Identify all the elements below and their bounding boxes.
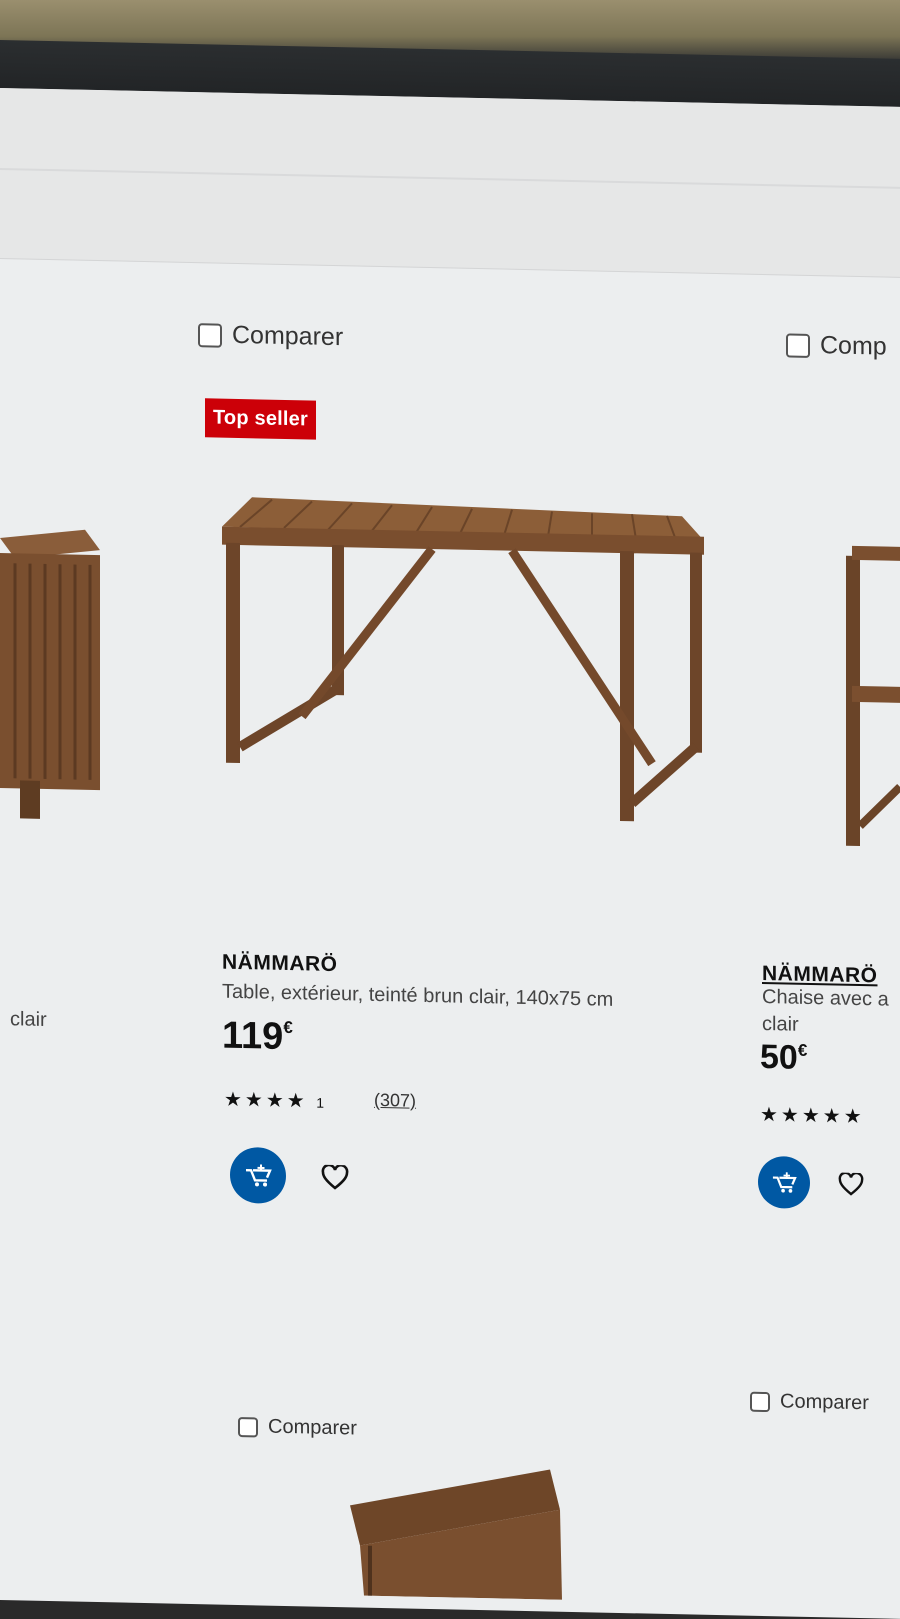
header-divider (0, 168, 900, 189)
add-to-cart-icon (770, 1170, 798, 1195)
product-description-right-line2: clair (762, 1011, 889, 1041)
top-seller-badge: Top seller (205, 398, 316, 439)
compare-label: Comparer (232, 321, 343, 352)
compare-checkbox-right[interactable]: Comp (786, 330, 887, 361)
compare-checkbox-row2-right[interactable]: Comparer (750, 1390, 869, 1415)
compare-checkbox[interactable]: Comparer (198, 320, 343, 352)
checkbox-icon[interactable] (198, 323, 222, 348)
rating-stars-right: ★★★★★ (760, 1102, 865, 1129)
checkbox-icon[interactable] (750, 1391, 770, 1411)
rating-stars-extra: 1 (316, 1095, 327, 1111)
favorite-button-right[interactable] (834, 1167, 868, 1202)
chair-image-row2[interactable] (350, 1465, 570, 1600)
price-value-right: 50 (760, 1038, 798, 1077)
compare-checkbox-row2[interactable]: Comparer (238, 1415, 357, 1440)
product-price: 119€ (222, 1015, 293, 1059)
left-product-desc: clair (10, 1008, 47, 1032)
price-currency-right: € (798, 1041, 807, 1060)
chair-image[interactable] (838, 536, 900, 857)
compare-label-row2: Comparer (268, 1416, 357, 1441)
table-image[interactable] (212, 484, 712, 824)
add-to-cart-button-right[interactable] (758, 1156, 810, 1209)
add-to-cart-icon (243, 1162, 273, 1189)
product-description-right: Chaise avec a clair (762, 984, 889, 1041)
storage-box-image[interactable] (0, 518, 110, 830)
product-description-right-line1: Chaise avec a (762, 984, 889, 1014)
compare-label-partial: Comp (820, 331, 887, 361)
checkbox-icon[interactable] (786, 333, 810, 358)
rating-stars: ★★★★ 1 (224, 1087, 327, 1114)
product-name[interactable]: NÄMMARÖ (222, 951, 337, 977)
heart-icon (838, 1173, 864, 1198)
checkbox-icon[interactable] (238, 1416, 258, 1436)
product-price-right: 50€ (760, 1038, 807, 1078)
page-header-band (0, 88, 900, 278)
compare-label-row2-right: Comparer (780, 1390, 869, 1415)
price-value: 119 (222, 1015, 283, 1058)
browser-viewport: clair Comparer Top seller (0, 88, 900, 1619)
rating-stars-filled: ★★★★ (224, 1089, 308, 1113)
heart-icon (321, 1165, 349, 1192)
reviews-link[interactable]: (307) (374, 1090, 416, 1112)
product-description: Table, extérieur, teinté brun clair, 140… (222, 979, 613, 1014)
favorite-button[interactable] (318, 1161, 352, 1196)
add-to-cart-button[interactable] (230, 1147, 286, 1204)
price-currency: € (283, 1018, 292, 1037)
